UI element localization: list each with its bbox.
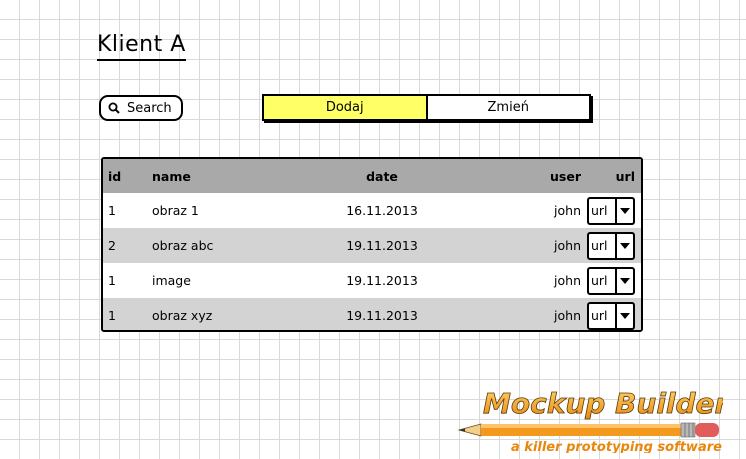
cell-user: john	[554, 238, 581, 253]
page-title: Klient A	[97, 32, 186, 61]
table-row[interactable]: 1 obraz 1 16.11.2013 john url	[103, 193, 641, 228]
cell-name: obraz abc	[152, 238, 214, 253]
table-row[interactable]: 2 obraz abc 19.11.2013 john url	[103, 228, 641, 263]
table-header: id name date user url	[103, 159, 641, 193]
column-header-user[interactable]: user	[447, 169, 581, 184]
cell-id: 1	[108, 203, 116, 218]
url-select-value: url	[591, 238, 608, 253]
cell-date: 19.11.2013	[346, 238, 418, 253]
cell-name: image	[152, 273, 191, 288]
change-button[interactable]: Zmień	[427, 96, 589, 119]
cell-user: john	[554, 273, 581, 288]
cell-date: 16.11.2013	[346, 203, 418, 218]
cell-id: 2	[108, 238, 116, 253]
url-select[interactable]: url	[587, 266, 635, 295]
url-select-value: url	[591, 273, 608, 288]
logo-wordmark: Mockup Builder	[483, 387, 723, 420]
url-select[interactable]: url	[587, 196, 635, 225]
url-select[interactable]: url	[587, 231, 635, 260]
url-select-value: url	[591, 308, 608, 323]
dropdown-arrow-icon[interactable]	[615, 233, 633, 258]
cell-name: obraz 1	[152, 203, 199, 218]
mockup-builder-logo: Mockup Builder a killer prototyping soft…	[457, 387, 723, 453]
dropdown-arrow-icon[interactable]	[615, 303, 633, 328]
action-button-group: Dodaj Zmień	[262, 94, 591, 121]
column-header-date[interactable]: date	[317, 169, 447, 184]
dropdown-arrow-icon[interactable]	[615, 268, 633, 293]
search-label: Search	[127, 100, 172, 116]
cell-name: obraz xyz	[152, 308, 213, 323]
column-header-name[interactable]: name	[152, 169, 317, 184]
url-select-value: url	[591, 203, 608, 218]
add-button[interactable]: Dodaj	[264, 96, 428, 119]
column-header-id[interactable]: id	[103, 169, 152, 184]
search-icon	[108, 102, 120, 114]
cell-date: 19.11.2013	[346, 308, 418, 323]
cell-id: 1	[108, 273, 116, 288]
cell-id: 1	[108, 308, 116, 323]
cell-date: 19.11.2013	[346, 273, 418, 288]
search-box[interactable]: Search	[99, 95, 183, 121]
logo-tagline: a killer prototyping software	[511, 440, 722, 453]
data-table: id name date user url 1 obraz 1 16.11.20…	[101, 157, 643, 332]
url-select[interactable]: url	[587, 301, 635, 330]
table-row[interactable]: 1 image 19.11.2013 john url	[103, 263, 641, 298]
cell-user: john	[554, 308, 581, 323]
cell-user: john	[554, 203, 581, 218]
table-row[interactable]: 1 obraz xyz 19.11.2013 john url	[103, 298, 641, 330]
dropdown-arrow-icon[interactable]	[615, 198, 633, 223]
column-header-url[interactable]: url	[581, 169, 641, 184]
